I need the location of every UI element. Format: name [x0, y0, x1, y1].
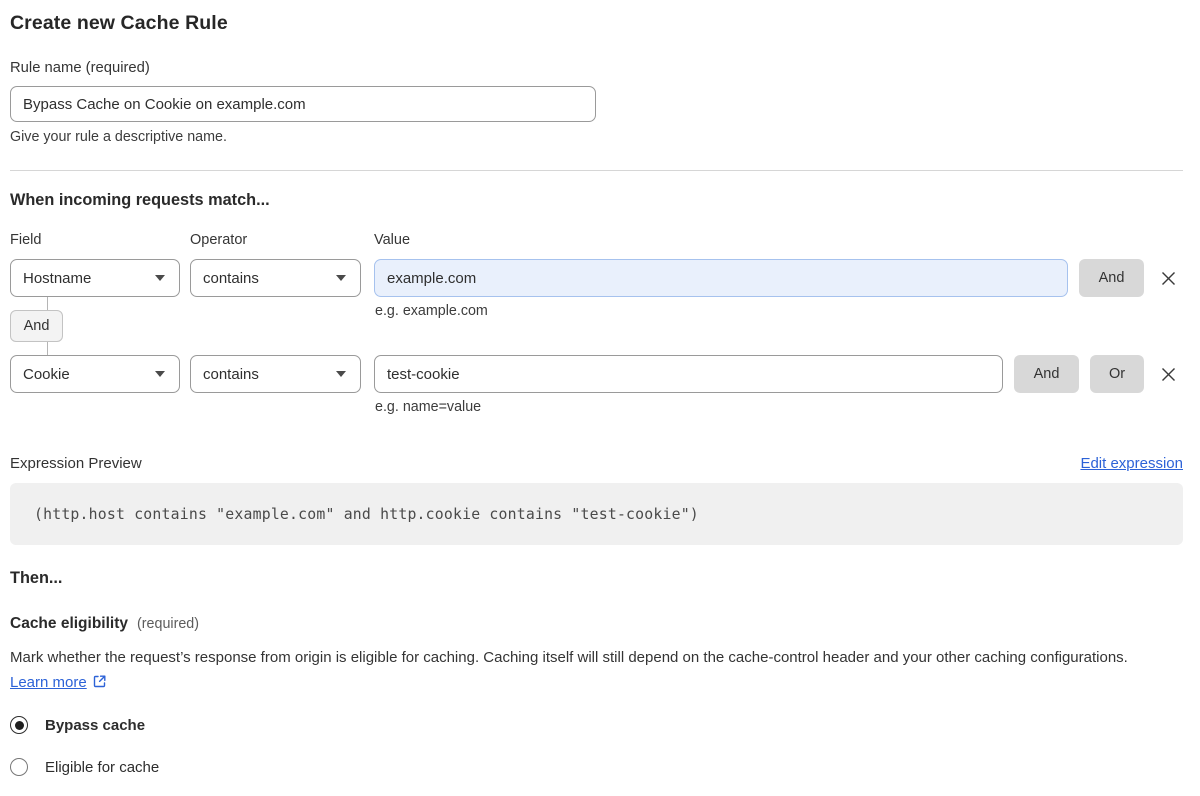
expression-preview-header: Expression Preview Edit expression [10, 455, 1183, 473]
radio-dot [14, 720, 24, 730]
value-hint-2: e.g. name=value [375, 399, 482, 415]
page-title: Create new Cache Rule [10, 12, 228, 34]
field-select-1[interactable]: Hostname [10, 259, 180, 297]
value-field-wrap-2: e.g. name=value [374, 355, 1003, 415]
eligible-for-cache-label: Eligible for cache [45, 758, 160, 776]
operator-select-2[interactable]: contains [190, 355, 361, 393]
close-icon [1161, 367, 1175, 381]
connector-line [47, 342, 48, 355]
rule-name-help: Give your rule a descriptive name. [10, 129, 227, 145]
field-select-1-value: Hostname [23, 269, 92, 287]
field-column-label: Field [10, 232, 42, 248]
description-text: Mark whether the request’s response from… [10, 649, 1128, 666]
value-input-1[interactable] [374, 259, 1068, 297]
radio-option-bypass-cache[interactable]: Bypass cache [10, 716, 1183, 734]
and-button-row-2[interactable]: And [1014, 355, 1079, 393]
cache-eligibility-title: Cache eligibility [10, 615, 129, 632]
operator-select-1[interactable]: contains [190, 259, 361, 297]
then-heading: Then... [10, 569, 63, 587]
required-note: (required) [137, 616, 199, 632]
external-link-icon [93, 675, 106, 687]
operator-select-1-value: contains [203, 269, 259, 287]
connector-line [47, 297, 48, 310]
chevron-down-icon [155, 371, 165, 377]
or-button-row-2[interactable]: Or [1090, 355, 1144, 393]
operator-select-2-value: contains [203, 365, 259, 383]
condition-row-2: Cookie contains e.g. name=value And Or [10, 355, 1183, 415]
value-input-2[interactable] [374, 355, 1003, 393]
expression-code: (http.host contains "example.com" and ht… [34, 505, 699, 523]
chevron-down-icon [336, 275, 346, 281]
bypass-cache-label: Bypass cache [45, 716, 146, 734]
condition-connector: And [10, 297, 1183, 355]
remove-condition-button-1[interactable] [1153, 259, 1183, 297]
rule-name-input[interactable] [10, 86, 596, 122]
radio-option-eligible-for-cache[interactable]: Eligible for cache [10, 758, 1183, 776]
radio-unselected-icon[interactable] [10, 758, 28, 776]
value-column-label: Value [374, 232, 411, 248]
expression-code-block: (http.host contains "example.com" and ht… [10, 483, 1183, 545]
chevron-down-icon [336, 371, 346, 377]
close-icon [1161, 271, 1175, 285]
cache-eligibility-description: Mark whether the request’s response from… [10, 646, 1170, 695]
section-divider [10, 170, 1183, 171]
create-cache-rule-page: Create new Cache Rule Rule name (require… [0, 0, 1200, 796]
value-field-wrap-1: e.g. example.com [374, 259, 1068, 319]
learn-more-link[interactable]: Learn more [10, 674, 87, 691]
chevron-down-icon [155, 275, 165, 281]
field-select-2[interactable]: Cookie [10, 355, 180, 393]
connector-and-button[interactable]: And [10, 310, 63, 342]
edit-expression-link[interactable]: Edit expression [1080, 455, 1183, 473]
operator-column-label: Operator [190, 232, 248, 248]
and-button-row-1[interactable]: And [1079, 259, 1144, 297]
remove-condition-button-2[interactable] [1153, 355, 1183, 393]
expression-preview-label: Expression Preview [10, 455, 142, 472]
radio-selected-icon[interactable] [10, 716, 28, 734]
rule-name-label: Rule name (required) [10, 60, 150, 76]
condition-column-headers: Field Operator Value [10, 232, 1183, 248]
match-heading: When incoming requests match... [10, 191, 270, 209]
cache-eligibility-header: Cache eligibility (required) [10, 615, 1183, 633]
field-select-2-value: Cookie [23, 365, 70, 383]
condition-row-1: Hostname contains e.g. example.com And [10, 259, 1183, 319]
